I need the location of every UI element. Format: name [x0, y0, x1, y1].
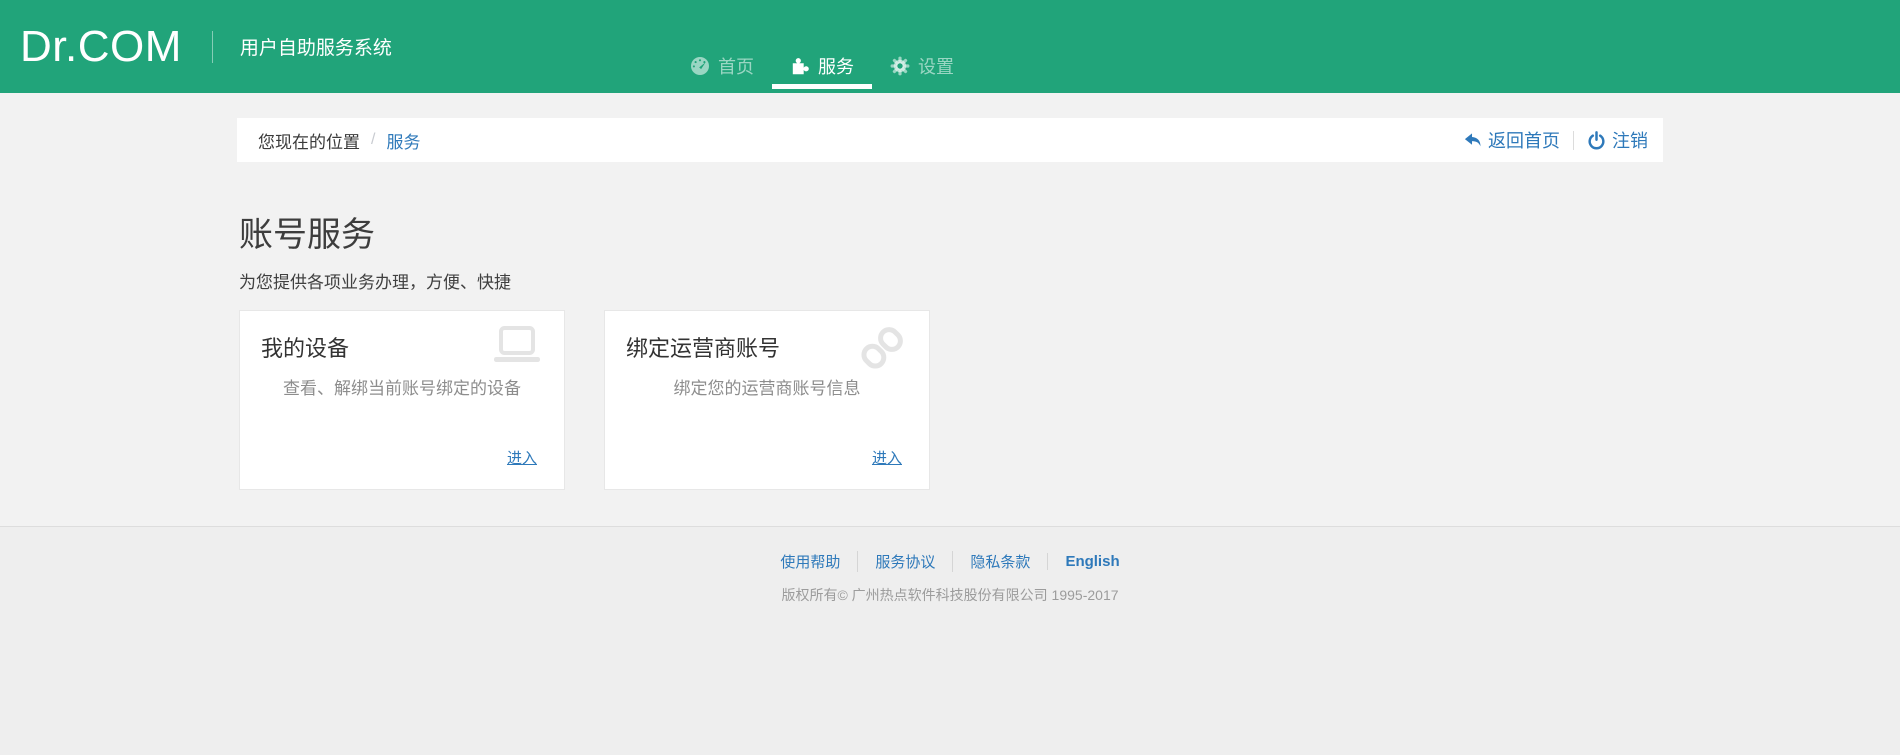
actions-divider	[1573, 130, 1574, 150]
footer: 使用帮助 服务协议 隐私条款 English 版权所有© 广州热点软件科技股份有…	[0, 526, 1900, 755]
breadcrumb: 您现在的位置 / 服务	[258, 128, 420, 153]
breadcrumb-current[interactable]: 服务	[386, 128, 420, 153]
reply-icon	[1463, 131, 1482, 150]
card-my-devices-description: 查看、解绑当前账号绑定的设备	[283, 379, 521, 399]
card-bind-operator[interactable]: 绑定运营商账号 绑定您的运营商账号信息 进入	[604, 310, 930, 491]
footer-links: 使用帮助 服务协议 隐私条款 English	[0, 551, 1900, 573]
tab-services[interactable]: 服务	[772, 53, 872, 89]
tab-services-label: 服务	[818, 57, 854, 77]
tab-home-label: 首页	[718, 57, 754, 77]
card-my-devices-title: 我的设备	[261, 336, 350, 362]
breadcrumb-prefix: 您现在的位置	[258, 132, 360, 152]
laptop-icon	[493, 324, 541, 371]
card-bind-operator-title: 绑定运营商账号	[626, 336, 781, 362]
dashboard-icon	[690, 56, 710, 76]
footer-link-english[interactable]: English	[1047, 553, 1120, 571]
footer-link-privacy[interactable]: 隐私条款	[952, 551, 1030, 573]
breadcrumb-bar: 您现在的位置 / 服务 返回首页 注销	[237, 118, 1663, 162]
back-home-link[interactable]: 返回首页	[1463, 127, 1560, 153]
brand-divider	[211, 30, 213, 63]
bar-actions: 返回首页 注销	[1463, 127, 1648, 153]
service-cards: 我的设备 查看、解绑当前账号绑定的设备 进入 绑定运营商账号 绑定您的运营商账号…	[239, 310, 1663, 491]
power-icon	[1587, 130, 1606, 150]
puzzle-icon	[790, 56, 810, 76]
page-subtitle: 为您提供各项业务办理，方便、快捷	[239, 273, 511, 293]
tab-settings-label: 设置	[918, 57, 954, 77]
enter-link-my-devices[interactable]: 进入	[507, 447, 537, 468]
logout-label: 注销	[1612, 131, 1648, 151]
tab-settings[interactable]: 设置	[872, 53, 972, 89]
header: Dr.COM 用户自助服务系统 首页 服务 设置	[0, 0, 1900, 93]
footer-link-service-agreement[interactable]: 服务协议	[857, 551, 935, 573]
brand-logo[interactable]: Dr.COM	[20, 24, 182, 69]
back-home-label: 返回首页	[1488, 131, 1560, 151]
card-bind-operator-description: 绑定您的运营商账号信息	[673, 379, 861, 399]
card-my-devices[interactable]: 我的设备 查看、解绑当前账号绑定的设备 进入	[239, 310, 565, 491]
page-title: 账号服务	[239, 216, 375, 254]
breadcrumb-separator: /	[371, 131, 376, 148]
main-content: 账号服务 为您提供各项业务办理，方便、快捷 我的设备 查看、解绑当前账号绑定的设…	[237, 216, 1663, 491]
footer-link-help[interactable]: 使用帮助	[780, 551, 840, 572]
tab-home[interactable]: 首页	[672, 53, 772, 89]
copyright: 版权所有© 广州热点软件科技股份有限公司 1995-2017	[781, 587, 1119, 604]
brand: Dr.COM 用户自助服务系统	[20, 0, 392, 93]
chain-link-icon	[858, 324, 906, 377]
enter-link-bind-operator[interactable]: 进入	[872, 447, 902, 468]
gear-icon	[890, 56, 910, 76]
top-nav: 首页 服务 设置	[672, 53, 972, 89]
logout-link[interactable]: 注销	[1587, 127, 1648, 153]
brand-subtitle: 用户自助服务系统	[239, 38, 392, 59]
